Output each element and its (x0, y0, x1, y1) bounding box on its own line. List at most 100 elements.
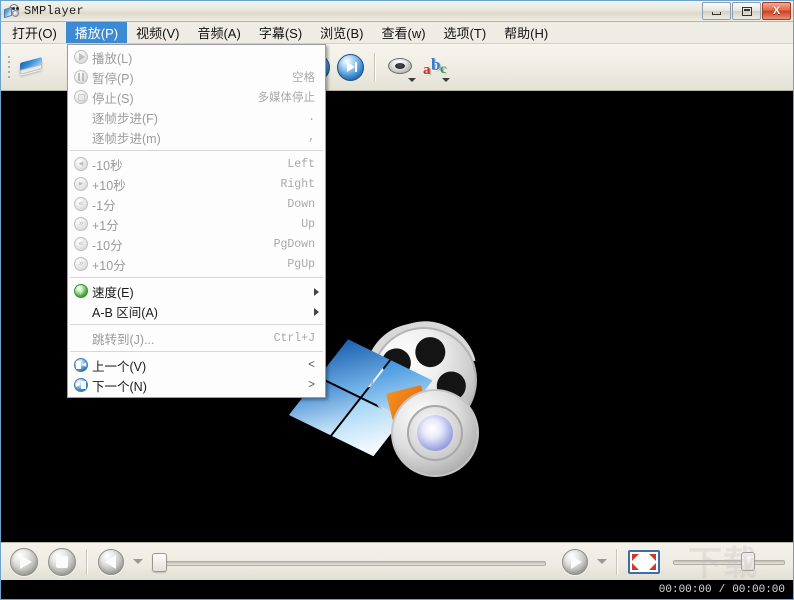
play-icon (70, 48, 92, 66)
control-separator-2 (616, 548, 618, 575)
menu-item-speed[interactable]: 速度(E) (68, 281, 325, 301)
menu-browse[interactable]: 浏览(B) (311, 22, 372, 43)
fullscreen-button[interactable] (628, 549, 660, 574)
menu-item-label: -1分 (92, 198, 116, 213)
menu-separator-4 (70, 351, 323, 352)
menu-item-ab-section[interactable]: A-B 区间(A) (68, 301, 325, 321)
menu-item-label: 下一个(N) (92, 379, 147, 394)
menu-play[interactable]: 播放(P) (65, 22, 128, 43)
menu-item-label: +10秒 (92, 178, 126, 193)
forward-button[interactable] (562, 548, 588, 575)
play-button[interactable] (10, 547, 38, 576)
control-bar: 下载 (1, 542, 793, 584)
menu-item-shortcut: 多媒体停止 (257, 92, 316, 105)
previous-icon: ◂ (70, 356, 92, 374)
seek-handle[interactable] (152, 552, 167, 572)
seek-fwd-medium-icon: » (70, 215, 92, 233)
chevron-down-icon[interactable] (408, 78, 416, 82)
menu-item-label: 暂停(P) (92, 71, 134, 86)
play-dropdown-menu: 播放(L) 暂停(P) 空格 停止(S) 多媒体停止 逐帧步进(F) . 逐帧步… (67, 44, 326, 398)
menu-item-label: 上一个(V) (92, 359, 147, 374)
menu-options[interactable]: 选项(T) (435, 22, 496, 43)
menu-subtitles[interactable]: 字幕(S) (250, 22, 311, 43)
rewind-button[interactable] (98, 548, 124, 575)
menu-item-shortcut: Up (301, 217, 315, 231)
menu-item-label: -10分 (92, 238, 123, 253)
submenu-arrow-icon-2 (314, 308, 319, 316)
menu-item-seek-fwd-1m[interactable]: » +1分 Up (68, 214, 325, 234)
menu-open[interactable]: 打开(O) (3, 22, 66, 43)
menu-item-frame-step-back[interactable]: 逐帧步进(m) , (68, 127, 325, 147)
forward-icon (570, 554, 582, 569)
menu-item-next[interactable]: ▸ 下一个(N) > (68, 375, 325, 395)
menu-item-label: 逐帧步进(F) (92, 111, 158, 126)
seek-back-large-icon: « (70, 235, 92, 253)
menu-help[interactable]: 帮助(H) (495, 22, 557, 43)
menu-item-label: 速度(E) (92, 285, 134, 300)
menu-item-seek-back-10s[interactable]: ◂ -10秒 Left (68, 154, 325, 174)
menu-separator-2 (70, 277, 323, 278)
rewind-dropdown-icon[interactable] (133, 559, 143, 564)
time-separator: / (718, 583, 726, 596)
menu-item-seek-fwd-10m[interactable]: » +10分 PgUp (68, 254, 325, 274)
close-button[interactable]: X (762, 2, 791, 20)
menu-item-stop[interactable]: 停止(S) 多媒体停止 (68, 87, 325, 107)
menu-item-label: +10分 (92, 258, 126, 273)
menu-video[interactable]: 视频(V) (127, 22, 188, 43)
menu-item-shortcut: > (308, 378, 315, 392)
menu-item-label: 播放(L) (92, 51, 133, 66)
seek-fwd-small-icon: ▸ (70, 175, 92, 193)
current-time: 00:00:00 (658, 583, 712, 596)
menu-item-shortcut: PgUp (287, 257, 315, 271)
menu-item-shortcut: < (308, 358, 315, 372)
chevron-down-icon-2[interactable] (442, 78, 450, 82)
menu-audio[interactable]: 音频(A) (188, 22, 249, 43)
menu-item-pause[interactable]: 暂停(P) 空格 (68, 67, 325, 87)
total-time: 00:00:00 (732, 583, 785, 596)
menu-bar: 打开(O) 播放(P) 视频(V) 音频(A) 字幕(S) 浏览(B) 查看(w… (1, 22, 793, 44)
minimize-button[interactable] (702, 2, 731, 20)
next-icon: ▸ (70, 376, 92, 394)
maximize-button[interactable] (732, 2, 761, 20)
close-icon: X (772, 4, 781, 17)
menu-item-seek-back-10m[interactable]: « -10分 PgDown (68, 234, 325, 254)
smplayer-logo-icon (4, 3, 20, 19)
menu-item-label: 逐帧步进(m) (92, 131, 161, 146)
window-buttons: X (701, 2, 791, 20)
open-file-icon (19, 57, 45, 77)
speed-icon (70, 282, 92, 300)
rewind-icon (104, 554, 116, 569)
minimize-icon (712, 12, 721, 15)
volume-handle[interactable] (741, 551, 755, 571)
smplayer-window: SMPlayer X 打开(O) 播放(P) 视频(V) 音频(A) 字幕(S)… (0, 0, 794, 600)
menu-view[interactable]: 查看(w) (373, 22, 435, 43)
menu-item-shortcut: 空格 (292, 72, 315, 85)
open-file-button[interactable] (15, 50, 49, 84)
menu-item-play[interactable]: 播放(L) (68, 47, 325, 67)
menu-item-seek-back-1m[interactable]: « -1分 Down (68, 194, 325, 214)
forward-dropdown-icon[interactable] (597, 559, 607, 564)
menu-item-seek-fwd-10s[interactable]: ▸ +10秒 Right (68, 174, 325, 194)
seek-back-medium-icon: « (70, 195, 92, 213)
menu-item-shortcut: Down (287, 197, 315, 211)
menu-separator-3 (70, 324, 323, 325)
menu-item-shortcut: Right (280, 177, 315, 191)
pause-icon (70, 68, 92, 86)
seek-slider[interactable] (150, 549, 554, 575)
toolbar-drag-handle[interactable] (5, 53, 12, 81)
menu-item-frame-step-forward[interactable]: 逐帧步进(F) . (68, 107, 325, 127)
subtitle-button[interactable]: abc (417, 50, 451, 84)
menu-item-label: A-B 区间(A) (92, 305, 158, 320)
stop-icon (70, 88, 92, 106)
window-title: SMPlayer (24, 4, 85, 18)
menu-item-jump-to[interactable]: 跳转到(J)... Ctrl+J (68, 328, 325, 348)
audio-track-button[interactable] (383, 50, 417, 84)
maximize-icon (741, 6, 752, 16)
stop-icon (56, 555, 68, 568)
menu-item-previous[interactable]: ◂ 上一个(V) < (68, 355, 325, 375)
menu-item-shortcut: , (308, 130, 315, 144)
stop-button[interactable] (48, 547, 76, 576)
subtitle-abc-icon: abc (423, 55, 447, 78)
next-track-button[interactable] (333, 50, 367, 84)
volume-slider[interactable] (669, 549, 789, 575)
